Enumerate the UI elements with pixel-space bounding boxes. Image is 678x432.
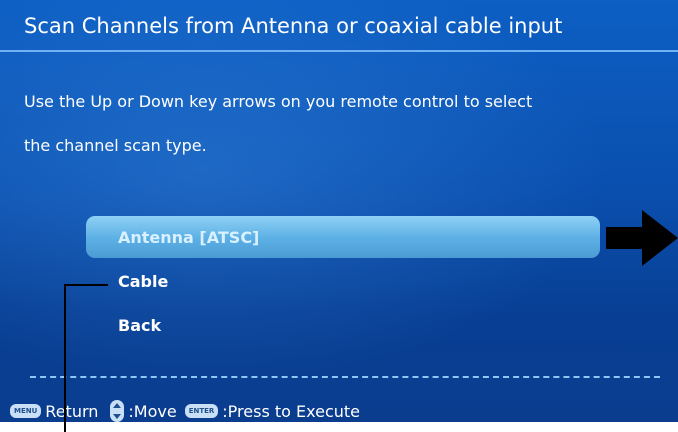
instruction-line-2: the channel scan type. xyxy=(24,136,207,155)
page-title: Scan Channels from Antenna or coaxial ca… xyxy=(24,14,563,38)
enter-key-icon: ENTER xyxy=(184,404,219,418)
tv-menu-screen: Scan Channels from Antenna or coaxial ca… xyxy=(0,0,678,422)
up-down-key-icon xyxy=(110,400,125,422)
title-divider xyxy=(0,50,678,52)
right-arrow-icon xyxy=(606,210,678,266)
move-label: :Move xyxy=(128,401,177,421)
return-label: Return xyxy=(45,401,99,421)
menu-key-icon: MENU xyxy=(10,404,42,418)
callout-line-vertical xyxy=(64,284,66,432)
execute-label: :Press to Execute xyxy=(222,401,360,421)
menu-item-back[interactable]: Back xyxy=(118,316,161,335)
menu-item-antenna[interactable]: Antenna [ATSC] xyxy=(118,228,259,247)
instruction-line-1: Use the Up or Down key arrows on you rem… xyxy=(24,92,533,111)
callout-line-horizontal xyxy=(64,284,108,286)
key-guide: MENU Return :Move ENTER :Press to Execut… xyxy=(10,400,360,422)
menu-item-cable[interactable]: Cable xyxy=(118,272,168,291)
footer-divider xyxy=(30,376,660,378)
